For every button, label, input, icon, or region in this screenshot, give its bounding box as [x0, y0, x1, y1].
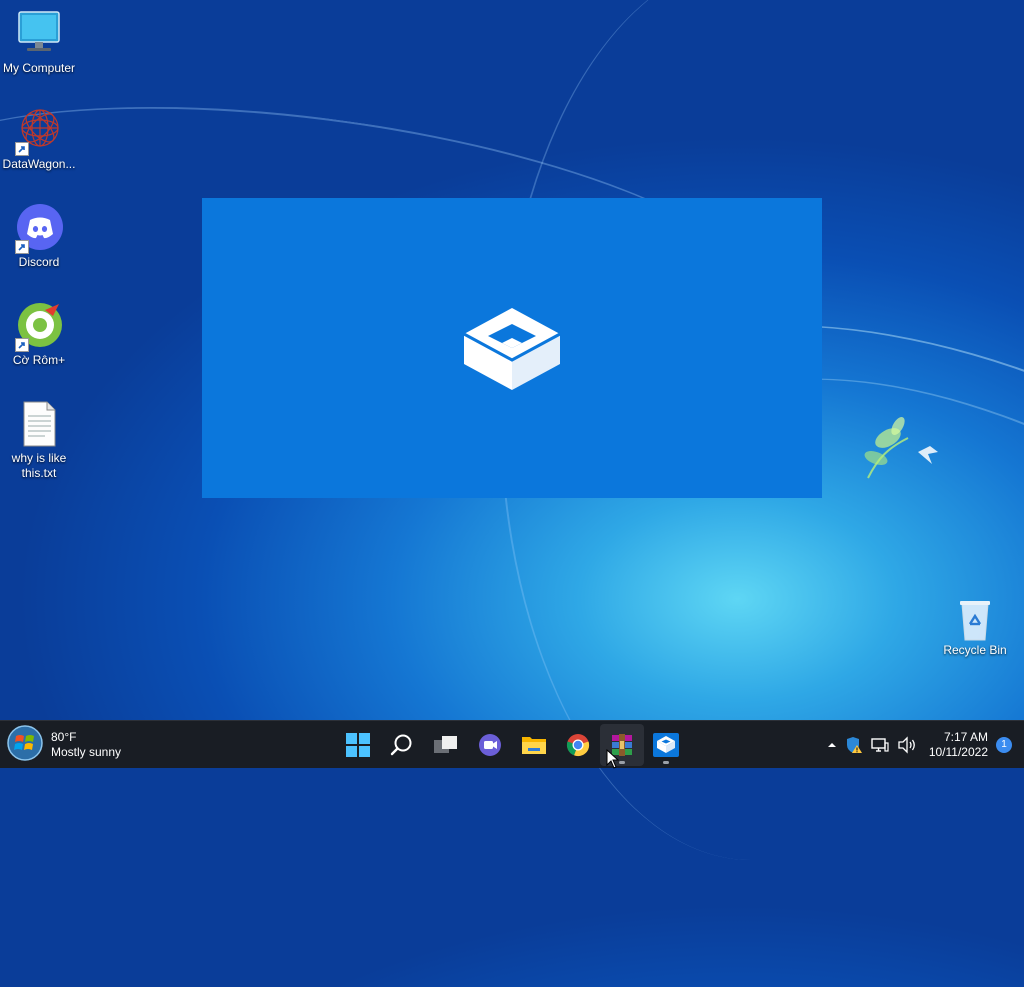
weather-widget[interactable]: 80°F Mostly sunny: [6, 724, 122, 767]
taskbar-apps: [336, 724, 688, 766]
desktop-icon-label: Discord: [18, 255, 60, 269]
chevron-up-icon: [827, 742, 836, 747]
folder-icon: [522, 737, 546, 754]
desktop-icon-coccoc[interactable]: Cờ Rôm+: [0, 302, 78, 368]
recycle-bin-icon: [951, 598, 999, 641]
computer-icon: [15, 10, 63, 58]
desktop-icon-datawagon[interactable]: DataWagon...: [0, 106, 78, 172]
sandbox-icon: [653, 733, 679, 757]
weather-condition: Mostly sunny: [51, 745, 122, 759]
network-icon: [871, 737, 889, 752]
system-tray: 7:17 AM 10/11/2022 1: [823, 721, 1024, 768]
desktop-icon-discord[interactable]: Discord: [0, 204, 78, 270]
notification-badge[interactable]: 1: [996, 736, 1012, 753]
desktop-icon-recycle-bin[interactable]: Recycle Bin: [936, 598, 1014, 658]
clock-time: 7:17 AM: [943, 729, 988, 744]
clock-date: 10/11/2022: [928, 744, 988, 759]
shortcut-arrow-icon: [15, 240, 29, 254]
start-button[interactable]: [336, 724, 380, 766]
datawagon-icon: [15, 106, 63, 156]
volume-icon: [898, 735, 915, 754]
search-icon: [390, 734, 412, 756]
shortcut-arrow-icon: [15, 142, 29, 156]
desktop-icon-label: My Computer: [2, 61, 76, 75]
network-button[interactable]: [867, 721, 893, 768]
volume-button[interactable]: [893, 721, 921, 768]
desktop-icon-label: why is like this.txt: [11, 451, 67, 480]
wallpaper-leaf: [858, 408, 948, 493]
running-indicator: [663, 761, 669, 764]
chrome-icon: [566, 734, 590, 757]
defender-warning-icon: [846, 736, 862, 753]
discord-icon: [15, 204, 63, 254]
desktop-icon-my-computer[interactable]: My Computer: [0, 10, 78, 76]
sandbox-icon: [460, 304, 564, 399]
coccoc-icon: [15, 302, 63, 352]
file-explorer-button[interactable]: [512, 724, 556, 766]
text-file-icon: [15, 400, 63, 448]
chrome-button[interactable]: [556, 724, 600, 766]
desktop-icon-label: Recycle Bin: [943, 643, 1007, 657]
clock[interactable]: 7:17 AM 10/11/2022: [921, 730, 994, 760]
desktop-icon-label: Cờ Rôm+: [12, 353, 66, 367]
show-hidden-icons-button[interactable]: [823, 721, 841, 768]
task-view-button[interactable]: [424, 724, 468, 766]
weather-temperature: 80°F: [51, 730, 77, 744]
sandbox-splash-window: [202, 198, 822, 498]
taskbar: 80°F Mostly sunny 7:17 AM 10/11/2022 1: [0, 720, 1024, 768]
sandbox-button[interactable]: [644, 724, 688, 766]
windows-logo-icon: [346, 733, 370, 757]
mouse-cursor-icon: [606, 748, 620, 774]
chat-button[interactable]: [468, 724, 512, 766]
windows7-orb-icon: [6, 724, 44, 767]
shortcut-arrow-icon: [15, 338, 29, 352]
chat-icon: [479, 734, 501, 756]
task-view-icon: [434, 736, 457, 753]
security-status-button[interactable]: [841, 721, 867, 768]
desktop-icon-text-file[interactable]: why is like this.txt: [0, 400, 78, 481]
search-button[interactable]: [380, 724, 424, 766]
desktop-icon-label: DataWagon...: [2, 157, 76, 171]
